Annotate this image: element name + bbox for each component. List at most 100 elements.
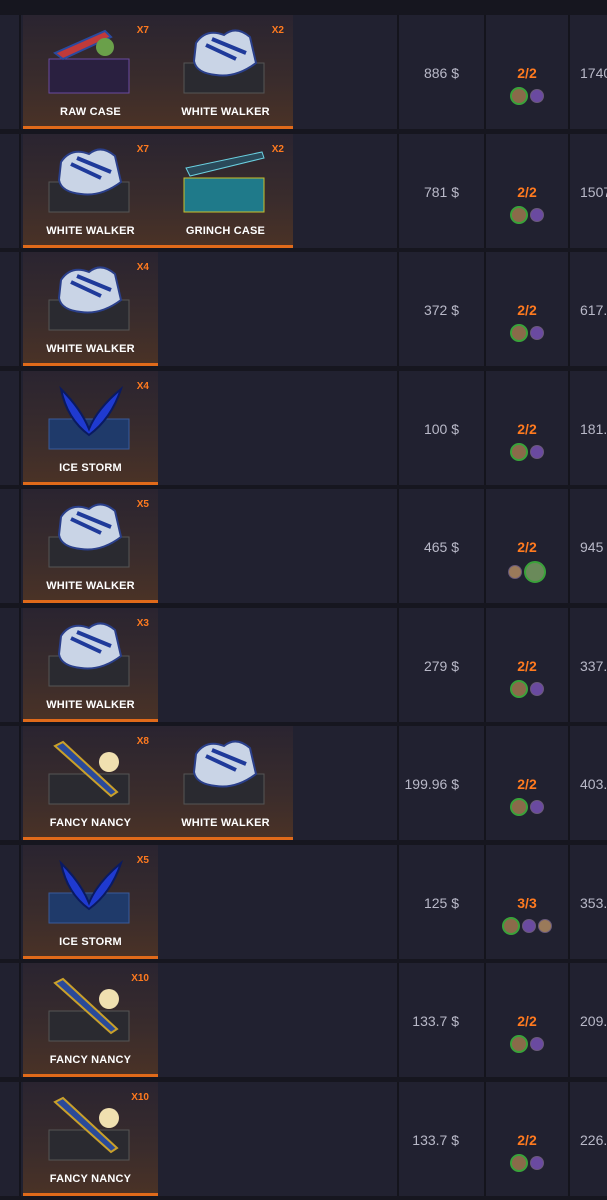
battle-price: 133.7 $ bbox=[412, 1131, 459, 1148]
row-left-gutter bbox=[0, 370, 21, 485]
avatar[interactable] bbox=[510, 442, 528, 461]
avatar[interactable] bbox=[530, 444, 544, 459]
avatar[interactable] bbox=[510, 679, 528, 698]
battle-row[interactable]: X4 ICE STORM 100 $ 2/2 181. bbox=[0, 370, 607, 485]
player-avatars bbox=[486, 1153, 568, 1176]
total-value: 337. bbox=[580, 657, 607, 674]
battle-price: 465 $ bbox=[423, 539, 459, 555]
players-count: 2/2 bbox=[517, 183, 537, 200]
total-value: 226. bbox=[580, 1131, 607, 1148]
case-multiplier: X10 bbox=[131, 973, 149, 984]
case-card[interactable]: X7 RAW CASE bbox=[23, 15, 158, 129]
case-name: GRINCH CASE bbox=[185, 224, 266, 237]
total-cell: 403. bbox=[568, 726, 607, 840]
battle-row[interactable]: X7 WHITE WALKER X2 GRINCH CASE 781 $ 2/2 1507 bbox=[0, 133, 607, 248]
players-cell: 3/3 bbox=[484, 844, 570, 959]
cases-cell: X10 FANCY NANCY bbox=[21, 1081, 397, 1196]
players-cell: 2/2 bbox=[484, 133, 570, 248]
avatar[interactable] bbox=[530, 681, 544, 696]
price-cell: 781 $ bbox=[397, 133, 485, 248]
battle-row[interactable]: X10 FANCY NANCY 133.7 $ 2/2 226. bbox=[0, 1081, 607, 1196]
row-left-gutter bbox=[0, 726, 21, 840]
case-card[interactable]: X3 WHITE WALKER bbox=[23, 607, 158, 722]
battle-row[interactable]: X5 ICE STORM 125 $ 3/3 353. bbox=[0, 844, 607, 959]
players-count: 2/2 bbox=[517, 1131, 537, 1148]
case-name: WHITE WALKER bbox=[46, 343, 135, 355]
case-card[interactable]: X7 WHITE WALKER bbox=[23, 133, 158, 248]
case-card[interactable]: X8 FANCY NANCY bbox=[23, 726, 158, 840]
avatar[interactable] bbox=[510, 87, 528, 105]
avatar[interactable] bbox=[538, 918, 552, 933]
row-left-gutter bbox=[0, 133, 21, 248]
battle-row[interactable]: X8 FANCY NANCY WHITE WALKER 199.96 $ 2/2 403. bbox=[0, 726, 607, 840]
avatar[interactable] bbox=[510, 324, 528, 342]
case-multiplier: X5 bbox=[136, 854, 149, 866]
price-cell: 199.96 $ bbox=[397, 726, 485, 840]
cases-cell: X7 RAW CASE X2 WHITE WALKER bbox=[21, 15, 397, 129]
case-card[interactable]: X10 FANCY NANCY bbox=[23, 963, 158, 1077]
total-cell: 1507 bbox=[568, 134, 607, 248]
cases-cell: X5 ICE STORM bbox=[21, 844, 397, 959]
case-card[interactable]: X4 ICE STORM bbox=[23, 370, 158, 485]
case-name: WHITE WALKER bbox=[46, 224, 135, 237]
player-avatars bbox=[486, 87, 568, 109]
case-multiplier: X7 bbox=[136, 143, 149, 155]
price-cell: 465 $ bbox=[397, 489, 485, 603]
case-name: RAW CASE bbox=[60, 106, 121, 118]
players-count: 2/2 bbox=[517, 776, 537, 792]
price-cell: 279 $ bbox=[397, 607, 485, 722]
row-left-gutter bbox=[0, 844, 21, 959]
players-count: 2/2 bbox=[517, 1013, 537, 1029]
row-left-gutter bbox=[0, 1081, 21, 1196]
avatar[interactable] bbox=[510, 1035, 528, 1053]
case-card[interactable]: X2 GRINCH CASE bbox=[158, 133, 293, 248]
case-name: ICE STORM bbox=[59, 461, 122, 474]
avatar[interactable] bbox=[524, 561, 546, 583]
avatar[interactable] bbox=[530, 1155, 544, 1170]
case-card[interactable]: X5 WHITE WALKER bbox=[23, 489, 158, 603]
avatar[interactable] bbox=[530, 1037, 544, 1051]
avatar[interactable] bbox=[510, 798, 528, 816]
avatar[interactable] bbox=[522, 918, 536, 933]
battle-price: 781 $ bbox=[423, 183, 459, 200]
total-cell: 945 bbox=[568, 489, 607, 603]
price-cell: 100 $ bbox=[397, 370, 485, 485]
case-card[interactable]: WHITE WALKER bbox=[158, 726, 293, 840]
avatar[interactable] bbox=[530, 89, 544, 103]
avatar[interactable] bbox=[510, 205, 528, 224]
total-value: 403. bbox=[580, 776, 607, 792]
case-card[interactable]: X5 ICE STORM bbox=[23, 844, 158, 959]
price-cell: 133.7 $ bbox=[397, 1081, 485, 1196]
case-card[interactable]: X2 WHITE WALKER bbox=[158, 15, 293, 129]
case-multiplier: X4 bbox=[136, 380, 149, 392]
battle-price: 133.7 $ bbox=[412, 1013, 459, 1029]
case-name: FANCY NANCY bbox=[49, 1054, 132, 1066]
battle-row[interactable]: X3 WHITE WALKER 279 $ 2/2 337. bbox=[0, 607, 607, 722]
avatar[interactable] bbox=[530, 800, 544, 814]
avatar[interactable] bbox=[530, 326, 544, 340]
total-value: 1740 bbox=[580, 65, 607, 81]
battle-row[interactable]: X10 FANCY NANCY 133.7 $ 2/2 209. bbox=[0, 963, 607, 1077]
cases-cell: X10 FANCY NANCY bbox=[21, 963, 397, 1077]
avatar[interactable] bbox=[502, 916, 520, 935]
case-card[interactable]: X10 FANCY NANCY bbox=[23, 1081, 158, 1196]
avatar[interactable] bbox=[508, 565, 522, 579]
player-avatars bbox=[486, 1035, 568, 1057]
total-value: 181. bbox=[580, 420, 607, 437]
avatar[interactable] bbox=[510, 1153, 528, 1172]
battle-row[interactable]: X7 RAW CASE X2 WHITE WALKER 886 $ 2/2 1740 bbox=[0, 15, 607, 129]
battle-price: 886 $ bbox=[423, 65, 459, 81]
players-cell: 2/2 bbox=[484, 1081, 570, 1196]
case-card[interactable]: X4 WHITE WALKER bbox=[23, 252, 158, 366]
price-cell: 133.7 $ bbox=[397, 963, 485, 1077]
battle-row[interactable]: X4 WHITE WALKER 372 $ 2/2 617. bbox=[0, 252, 607, 366]
total-value: 1507 bbox=[580, 183, 607, 200]
total-cell: 353. bbox=[568, 845, 607, 959]
row-left-gutter bbox=[0, 252, 21, 366]
total-cell: 209. bbox=[568, 963, 607, 1077]
battle-row[interactable]: X5 WHITE WALKER 465 $ 2/2 945 bbox=[0, 489, 607, 603]
avatar[interactable] bbox=[530, 207, 544, 222]
players-cell: 2/2 bbox=[484, 963, 570, 1077]
players-cell: 2/2 bbox=[484, 370, 570, 485]
price-cell: 125 $ bbox=[397, 844, 485, 959]
